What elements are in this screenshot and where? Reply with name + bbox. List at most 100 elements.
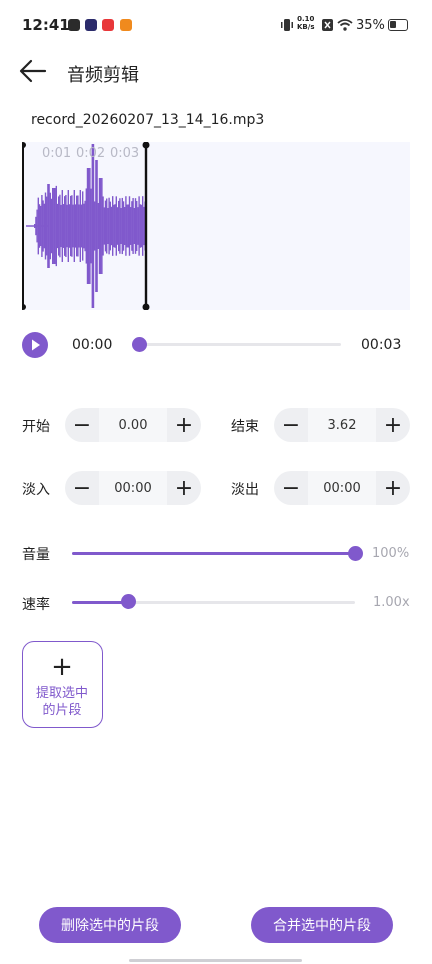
waveform-bar: [143, 206, 145, 246]
waveform-bar: [43, 203, 45, 249]
waveform-bar: [136, 200, 138, 252]
rate-slider-track[interactable]: [72, 601, 355, 604]
waveform-bar: [138, 196, 140, 256]
waveform-bar: [36, 209, 38, 243]
progress-thumb[interactable]: [132, 337, 147, 352]
app-notification-icon: [102, 19, 114, 31]
waveform-bar: [119, 198, 121, 254]
fade-out-stepper: − 00:00 +: [274, 471, 410, 505]
waveform-bar: [79, 190, 81, 262]
start-stepper: − 0.00 +: [65, 408, 201, 442]
waveform-bar: [37, 197, 39, 255]
fade-in-increment-button[interactable]: +: [167, 471, 201, 505]
waveform-bar: [110, 206, 113, 246]
fade-in-stepper: − 00:00 +: [65, 471, 201, 505]
waveform-bar: [76, 195, 78, 257]
fade-in-decrement-button[interactable]: −: [65, 471, 99, 505]
waveform-bar: [83, 203, 85, 249]
fade-in-label: 淡入: [22, 482, 50, 498]
volume-slider-track[interactable]: [72, 552, 355, 555]
status-bar: 12:41 0.10 KB/s 35%: [0, 0, 432, 50]
play-icon: [32, 339, 40, 351]
extract-label-line1: 提取选中: [35, 686, 88, 701]
rate-slider-thumb[interactable]: [121, 594, 137, 609]
current-time: 00:00: [72, 337, 113, 353]
play-button[interactable]: [22, 332, 48, 358]
fade-out-value[interactable]: 00:00: [308, 471, 376, 505]
start-decrement-button[interactable]: −: [65, 408, 99, 442]
volume-label: 音量: [22, 547, 50, 563]
waveform-bar: [107, 207, 109, 245]
waveform-bar: [74, 204, 77, 248]
waveform-bar: [109, 201, 111, 251]
battery-percent: 35%: [356, 18, 385, 33]
waveform-bar: [108, 197, 110, 255]
merge-selection-button[interactable]: 合并选中的片段: [251, 907, 393, 943]
waveform-bar: [101, 178, 103, 274]
waveform-bar: [96, 160, 98, 292]
app-notification-icon: [68, 19, 80, 31]
extract-selection-button[interactable]: + 提取选中 的片段: [22, 641, 103, 728]
waveform-bar: [113, 204, 115, 248]
waveform-bar: [95, 160, 97, 292]
waveform-bar: [52, 187, 54, 265]
waveform-bar: [126, 204, 128, 248]
waveform-bar: [131, 201, 133, 251]
battery-icon: [388, 19, 408, 31]
start-increment-button[interactable]: +: [167, 408, 201, 442]
end-decrement-button[interactable]: −: [274, 408, 308, 442]
speed-unit: KB/s: [297, 23, 315, 31]
waveform-bar: [125, 196, 127, 256]
volume-slider-thumb[interactable]: [347, 546, 363, 561]
waveform-bar: [128, 196, 131, 256]
waveform-bar: [142, 196, 144, 256]
wifi-icon: [337, 19, 353, 31]
extract-label-line2: 的片段: [42, 703, 82, 718]
waveform-bar: [133, 207, 135, 245]
delete-selection-button[interactable]: 删除选中的片段: [39, 907, 181, 943]
end-value[interactable]: 3.62: [308, 408, 376, 442]
waveform-bar: [98, 178, 101, 274]
rate-slider-fill: [72, 601, 129, 604]
home-indicator[interactable]: [129, 959, 302, 962]
back-button[interactable]: [18, 58, 48, 84]
waveform-bar: [127, 204, 129, 248]
waveform-bar: [70, 195, 72, 257]
fade-out-increment-button[interactable]: +: [376, 471, 410, 505]
volume-value: 100%: [372, 546, 410, 561]
waveform-bar: [55, 185, 57, 267]
waveform-bar: [58, 196, 60, 256]
page-title: 音频剪辑: [67, 65, 139, 86]
waveform-bar: [35, 216, 37, 236]
waveform-bar: [85, 188, 87, 264]
end-increment-button[interactable]: +: [376, 408, 410, 442]
end-stepper: − 3.62 +: [274, 408, 410, 442]
waveform-bar: [89, 168, 91, 284]
volume-slider-fill: [72, 552, 355, 555]
waveform-bar: [103, 207, 105, 245]
waveform-bar: [40, 205, 42, 247]
waveform-view[interactable]: 0:01 0:02 0:03: [22, 142, 410, 310]
waveform-bar: [91, 144, 93, 308]
app-notification-icon: [120, 19, 132, 31]
progress-track[interactable]: [139, 343, 341, 346]
waveform-bar: [102, 196, 104, 256]
waveform-bar: [47, 184, 49, 268]
waveform-bar: [61, 190, 63, 262]
fade-in-value[interactable]: 00:00: [99, 471, 167, 505]
waveform-bar: [80, 204, 83, 248]
waveform-bar: [73, 190, 75, 262]
rate-label: 速率: [22, 597, 50, 613]
waveform-bar: [72, 204, 74, 248]
waveform-bar: [53, 188, 55, 264]
waveform-bar: [130, 207, 132, 245]
plus-icon: +: [51, 652, 73, 682]
selection-start-handle[interactable]: [22, 142, 26, 310]
speed-value: 0.10: [297, 15, 315, 23]
waveform-bar: [34, 224, 36, 228]
start-value[interactable]: 0.00: [99, 408, 167, 442]
waveform-bar: [42, 200, 44, 252]
fade-out-decrement-button[interactable]: −: [274, 471, 308, 505]
waveform-bar: [60, 204, 62, 248]
waveform-bar: [48, 184, 50, 268]
